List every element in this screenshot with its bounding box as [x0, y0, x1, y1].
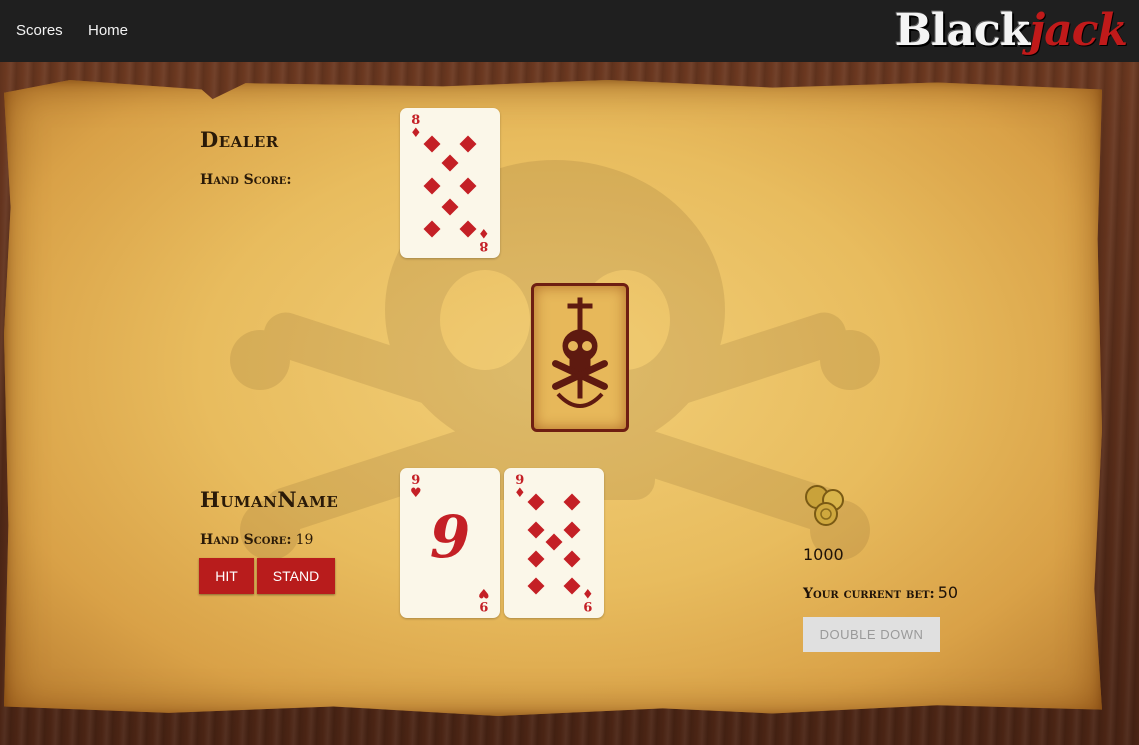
- diamond-pip: [563, 577, 581, 595]
- blackjack-logo: Blackjack: [894, 4, 1128, 58]
- card-corner-rank: 9 ♥: [478, 585, 490, 613]
- diamond-pip: [527, 493, 545, 511]
- diamond-pip: [459, 135, 477, 153]
- logo-jack-text: jack: [1029, 5, 1128, 56]
- diamond-pip: [563, 521, 581, 539]
- diamond-pip: [527, 550, 545, 568]
- diamond-pip: [563, 493, 581, 511]
- diamond-pip: [527, 577, 545, 595]
- diamond-pip: [423, 177, 441, 195]
- current-bet: Your current bet: 50: [803, 583, 958, 602]
- nav-scores-link[interactable]: Scores: [16, 22, 63, 39]
- current-bet-value: 50: [937, 583, 959, 602]
- diamond-pip: [441, 198, 459, 216]
- top-navbar: Scores Home Blackjack: [0, 0, 1139, 62]
- dealer-title: Dealer: [200, 127, 279, 152]
- logo-black-text: Black: [894, 5, 1031, 56]
- diamond-pip: [563, 550, 581, 568]
- card-corner-rank: 8 ♦: [410, 113, 422, 141]
- player-title: HumanName: [200, 487, 339, 512]
- card-corner-rank: 9 ♥: [410, 473, 422, 501]
- double-down-button[interactable]: DOUBLE DOWN: [803, 617, 940, 652]
- current-bet-label: Your current bet:: [803, 586, 935, 602]
- player-balance: 1000: [803, 545, 844, 564]
- diamond-pip: [423, 135, 441, 153]
- card-corner-rank: 8 ♦: [478, 225, 490, 253]
- skull-anchor-icon: [552, 297, 608, 408]
- card-face-nine: 9: [429, 503, 471, 571]
- stand-button[interactable]: STAND: [257, 558, 335, 594]
- dealer-hand-score: Hand Score:: [200, 172, 296, 188]
- diamond-pip: [423, 220, 441, 238]
- dealer-hidden-card-back: [531, 283, 629, 432]
- card-corner-rank: 9 ♦: [514, 473, 526, 501]
- player-card-9-diamonds: 9 ♦ 9 ♦: [504, 468, 604, 618]
- gold-coins-icon: [805, 485, 844, 526]
- diamond-pip: [527, 521, 545, 539]
- diamond-pip: [545, 533, 563, 551]
- player-card-9-hearts: 9 ♥ 9 9 ♥: [400, 468, 500, 618]
- diamond-pip: [459, 177, 477, 195]
- card-corner-rank: 9 ♦: [582, 585, 594, 613]
- dealer-score-label: Hand Score:: [200, 172, 292, 188]
- nav-home-link[interactable]: Home: [88, 22, 128, 39]
- player-hand-score: Hand Score: 19: [200, 532, 313, 548]
- dealer-card-8-diamonds: 8 ♦ 8 ♦: [400, 108, 500, 258]
- diamond-pip: [441, 154, 459, 172]
- player-score-value: 19: [295, 532, 314, 548]
- hit-button[interactable]: HIT: [199, 558, 254, 594]
- player-score-label: Hand Score:: [200, 532, 292, 548]
- diamond-pip: [459, 220, 477, 238]
